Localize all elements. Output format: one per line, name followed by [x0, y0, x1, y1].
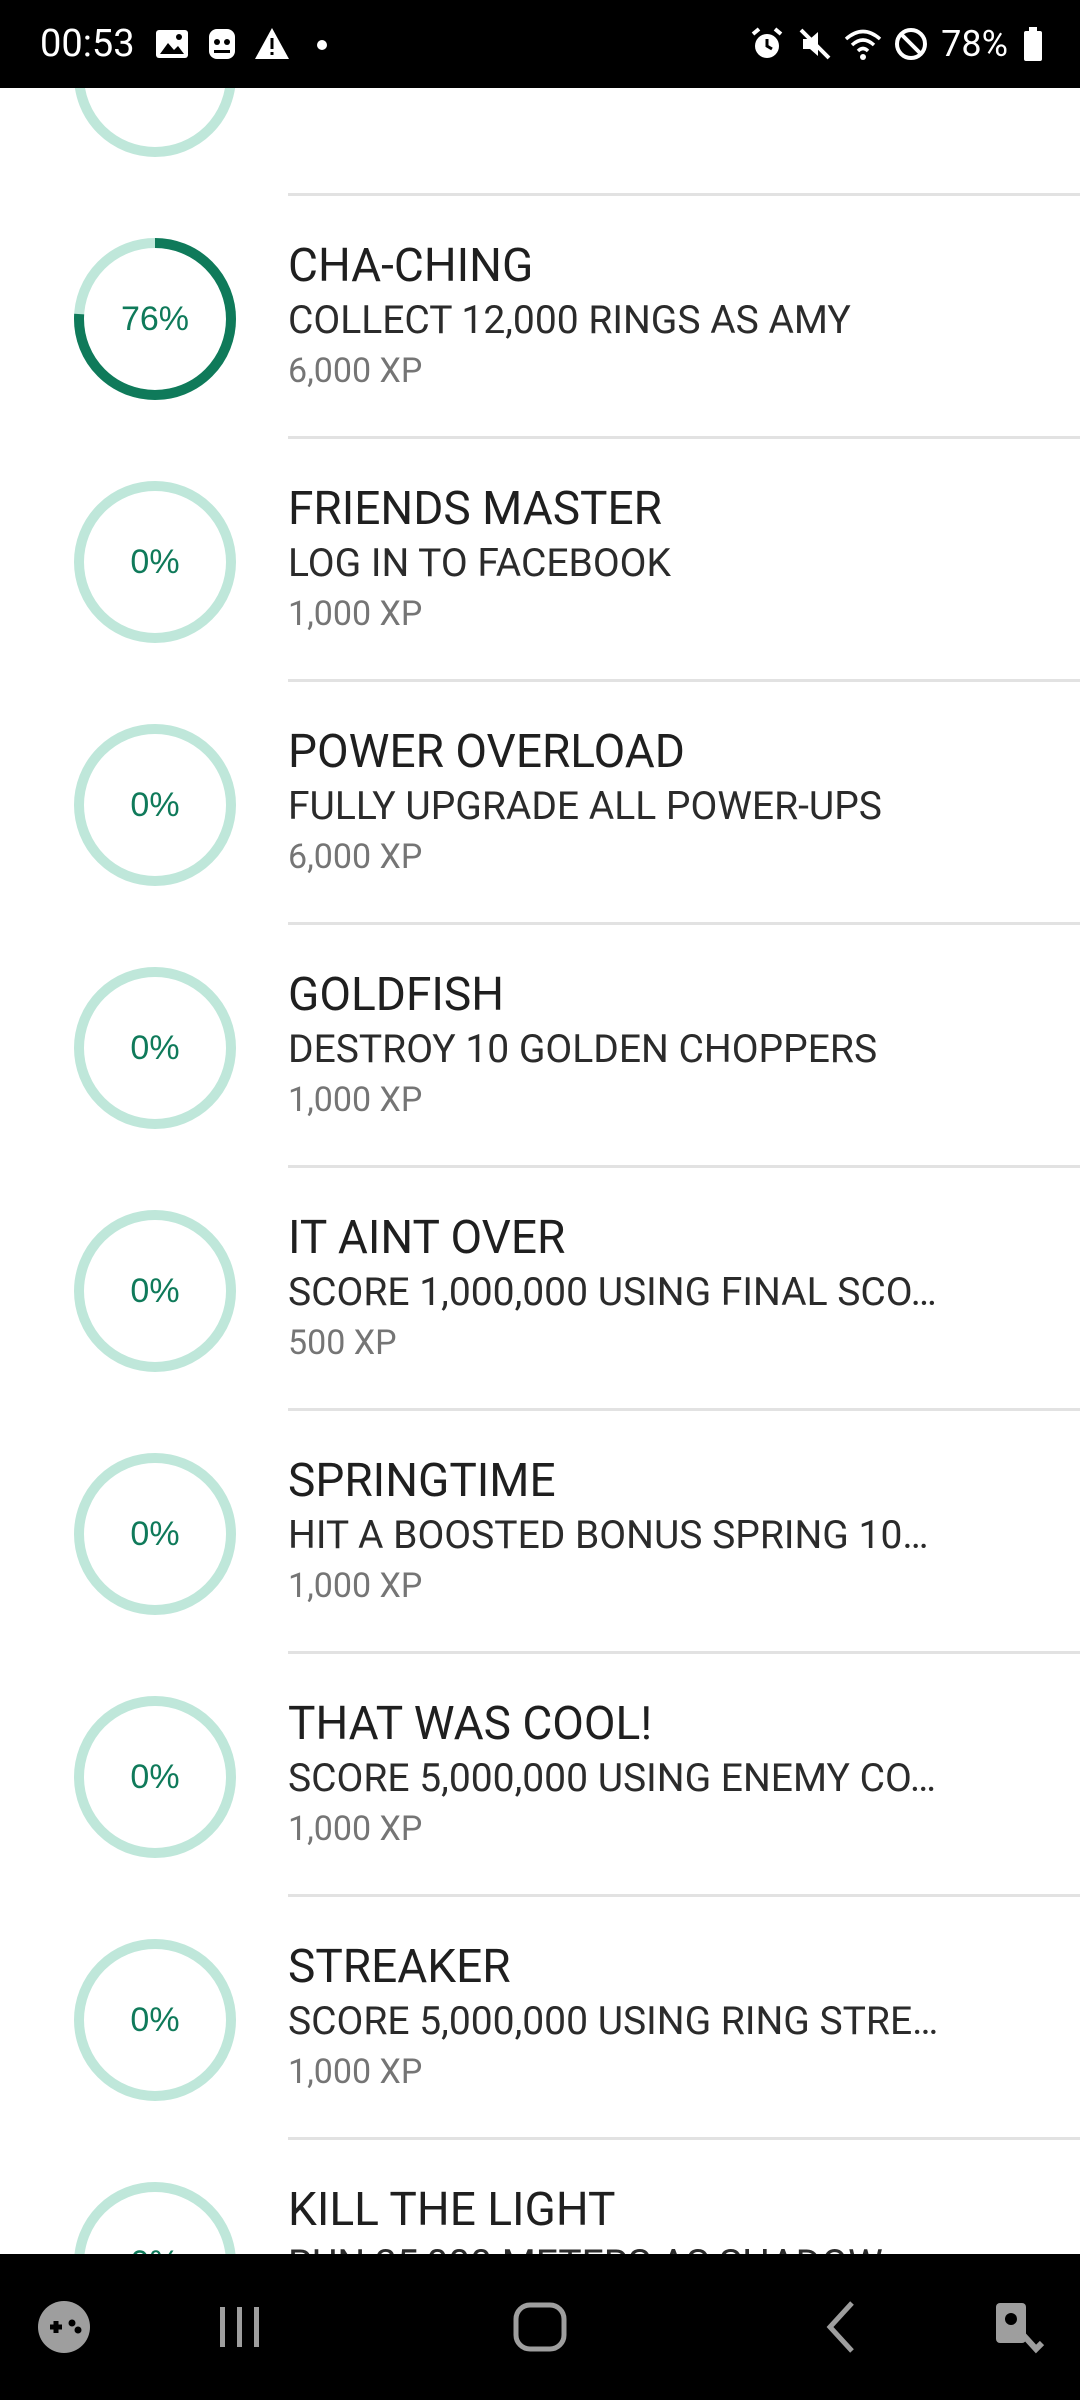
achievement-xp: 1,000 XP — [288, 1809, 423, 1849]
achievement-info: STREAKER SCORE 5,000,000 USING RING STRE…… — [288, 1939, 1048, 2097]
progress-percent: 0% — [70, 2178, 240, 2254]
achievement-title: FRIENDS MASTER — [288, 482, 662, 536]
progress-percent: 0% — [130, 2001, 180, 2039]
progress-percent: 0% — [130, 1515, 180, 1553]
achievement-title: POWER OVERLOAD — [288, 725, 685, 779]
achievement-info: IT AINT OVER SCORE 1,000,000 USING FINAL … — [288, 1210, 1048, 1368]
achievement-row[interactable]: 76% CHA-CHING COLLECT 12,000 RINGS AS AMY 6… — [0, 196, 1080, 439]
progress-ring: 0% — [70, 1692, 240, 1862]
achievement-info: CHA-CHING COLLECT 12,000 RINGS AS AMY 6,00… — [288, 238, 1048, 396]
achievement-xp: 6,000 XP — [288, 837, 423, 877]
achievement-description: SCORE 5,000,000 USING RING STRE… — [288, 1998, 939, 2044]
achievement-title: CHA-CHING — [288, 239, 534, 293]
achievement-row[interactable]: 0% STREAKER SCORE 5,000,000 USING RING STR… — [0, 1897, 1080, 2140]
achievement-xp: 6,000 XP — [288, 351, 423, 391]
wifi-icon — [843, 24, 883, 64]
achievement-description: RUN 25,000 METERS AS SHADOW — [288, 2238, 1008, 2254]
progress-ring: 0% — [70, 963, 240, 1133]
recent-apps-icon[interactable] — [210, 2297, 270, 2357]
achievement-info: THAT WAS COOL! SCORE 5,000,000 USING ENEM… — [288, 1696, 1048, 1854]
progress-percent: 0% — [130, 1758, 180, 1796]
gallery-notification-icon — [152, 24, 192, 64]
achievement-row[interactable]: 0% THAT WAS COOL! SCORE 5,000,000 USING EN… — [0, 1654, 1080, 1897]
achievement-description: HIT A BOOSTED BONUS SPRING 10… — [288, 1512, 929, 1558]
home-icon[interactable] — [510, 2297, 570, 2357]
achievement-info: POWER OVERLOAD FULLY UPGRADE ALL POWER-UP… — [288, 724, 1048, 882]
progress-percent — [70, 88, 240, 161]
status-bar: 00:53 78% — [0, 0, 1080, 88]
mute-icon — [795, 24, 835, 64]
achievement-title: KILL THE LIGHT — [288, 2183, 616, 2237]
progress-percent: 0% — [130, 1029, 180, 1067]
achievement-row[interactable]: 0% IT AINT OVER SCORE 1,000,000 USING FINA… — [0, 1168, 1080, 1411]
achievement-description: SCORE 1,000,000 USING FINAL SCO… — [288, 1269, 937, 1315]
battery-icon — [1022, 24, 1044, 64]
navigation-bar — [0, 2254, 1080, 2400]
screen-assistant-icon[interactable] — [990, 2297, 1050, 2357]
battery-percent: 78% — [941, 23, 1008, 65]
achievement-title: GOLDFISH — [288, 968, 505, 1022]
achievement-row[interactable]: 0% GOLDFISH DESTROY 10 GOLDEN CHOPPERS 1,00… — [0, 925, 1080, 1168]
achievement-description: FULLY UPGRADE ALL POWER-UPS — [288, 783, 882, 829]
achievement-info: KILL THE LIGHTRUN 25,000 METERS AS SHADO… — [288, 2182, 1048, 2254]
game-launcher-icon[interactable] — [34, 2297, 94, 2357]
achievement-xp: 1,000 XP — [288, 1566, 423, 1606]
achievement-title: STREAKER — [288, 1940, 511, 1994]
progress-ring: 0% — [70, 720, 240, 890]
achievement-title: THAT WAS COOL! — [288, 1697, 653, 1751]
achievement-xp: 1,000 XP — [288, 2052, 423, 2092]
dot-icon — [302, 24, 342, 64]
achievement-info: GOLDFISH DESTROY 10 GOLDEN CHOPPERS 1,000 … — [288, 967, 1048, 1125]
progress-percent: 0% — [130, 543, 180, 581]
achievement-xp: 1,000 XP — [288, 1080, 423, 1120]
progress-ring: 0% — [70, 477, 240, 647]
progress-ring — [70, 88, 240, 161]
achievement-info: FRIENDS MASTER LOG IN TO FACEBOOK 1,000 XP — [288, 481, 1048, 639]
achievement-row[interactable]: 0% POWER OVERLOAD FULLY UPGRADE ALL POWER-… — [0, 682, 1080, 925]
progress-ring: 76% — [70, 234, 240, 404]
progress-percent: 0% — [130, 786, 180, 824]
achievement-xp: 500 XP — [288, 1323, 397, 1363]
achievement-row[interactable]: 0% FRIENDS MASTER LOG IN TO FACEBOOK 1,000 … — [0, 439, 1080, 682]
back-icon[interactable] — [814, 2297, 874, 2357]
progress-ring: 0% — [70, 2178, 240, 2254]
do-not-disturb-icon — [891, 24, 931, 64]
achievement-xp: 1,000 XP — [288, 594, 423, 634]
clock: 00:53 — [40, 22, 135, 66]
progress-ring: 0% — [70, 1206, 240, 1376]
progress-percent: 76% — [120, 300, 190, 338]
achievement-row[interactable]: 0% SPRINGTIME HIT A BOOSTED BONUS SPRING 1… — [0, 1411, 1080, 1654]
progress-percent: 0% — [130, 1272, 180, 1310]
achievement-title: IT AINT OVER — [288, 1211, 566, 1265]
app-notification-icon — [202, 24, 242, 64]
achievement-title: SPRINGTIME — [288, 1454, 556, 1508]
achievements-list[interactable]: 3,000 XP 76% CHA-CHINGCOLLECT 12,000 RINGS… — [0, 88, 1080, 2254]
achievement-description: LOG IN TO FACEBOOK — [288, 540, 671, 586]
progress-ring: 0% — [70, 1449, 240, 1619]
achievement-description: COLLECT 12,000 RINGS AS AMY — [288, 297, 851, 343]
achievement-row[interactable]: 0% KILL THE LIGHTRUN 25,000 METERS AS SHA… — [0, 2140, 1080, 2254]
achievement-row[interactable]: 3,000 XP — [0, 88, 1080, 196]
achievement-info: SPRINGTIME HIT A BOOSTED BONUS SPRING 10…… — [288, 1453, 1048, 1611]
warning-icon — [252, 24, 292, 64]
progress-ring: 0% — [70, 1935, 240, 2105]
alarm-icon — [747, 24, 787, 64]
achievement-description: DESTROY 10 GOLDEN CHOPPERS — [288, 1026, 878, 1072]
achievement-description: SCORE 5,000,000 USING ENEMY CO… — [288, 1755, 936, 1801]
